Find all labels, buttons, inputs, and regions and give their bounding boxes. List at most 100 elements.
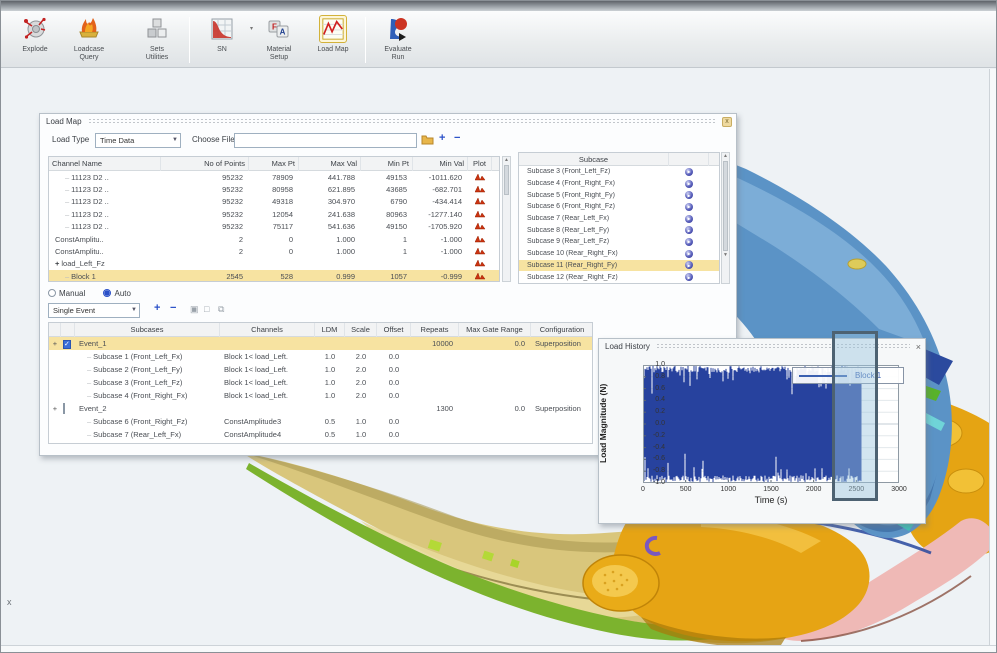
event-checkbox[interactable] bbox=[61, 404, 75, 413]
channel-row[interactable]: ConstAmplitu..201.0001-1.000 bbox=[49, 233, 499, 245]
add-file-button[interactable]: + bbox=[439, 132, 445, 144]
manual-radio[interactable]: Manual bbox=[48, 289, 85, 298]
subcase-action-orb-icon[interactable]: ▶ bbox=[685, 203, 693, 211]
plot-curve-icon[interactable] bbox=[468, 234, 492, 245]
open-file-folder-icon[interactable] bbox=[421, 132, 434, 150]
col-header[interactable]: Max Gate Range bbox=[459, 323, 531, 337]
subcase-row[interactable]: Subcase 11 (Rear_Right_Fy)▶ bbox=[519, 260, 719, 272]
channel-row[interactable]: –11123 D2 ..9523278909441.78849153-1011.… bbox=[49, 171, 499, 183]
x-tick-label: 500 bbox=[671, 486, 701, 493]
toolbar-item-loadcase-query[interactable]: Loadcase Query bbox=[63, 15, 115, 62]
plot-curve-icon[interactable] bbox=[468, 246, 492, 257]
subcase-row[interactable]: Subcase 4 (Front_Right_Fx) ▶ bbox=[519, 178, 719, 190]
close-icon[interactable]: × bbox=[916, 342, 921, 352]
subcase-row[interactable]: Subcase 12 (Rear_Right_Fz)▶ bbox=[519, 271, 719, 283]
plot-curve-icon[interactable] bbox=[468, 221, 492, 232]
subcase-action-orb-icon[interactable]: ▶ bbox=[685, 250, 693, 258]
toolbar-item-material-setup[interactable]: FA Material Setup bbox=[253, 15, 305, 62]
col-header[interactable]: Plot bbox=[468, 157, 492, 171]
subcase-action-orb-icon[interactable]: ▶ bbox=[685, 215, 693, 223]
duplicate-icon[interactable]: ⧉ bbox=[218, 303, 224, 315]
subcase-row[interactable]: Subcase 8 (Rear_Left_Fy)▶ bbox=[519, 224, 719, 236]
col-header[interactable]: Configuration bbox=[531, 323, 593, 337]
channel-row[interactable]: –11123 D2 ..9523212054241.63880963-1277.… bbox=[49, 208, 499, 220]
event-checkbox[interactable]: ✓ bbox=[61, 339, 75, 349]
close-icon[interactable]: x bbox=[722, 117, 732, 127]
subcase-label: Subcase 4 (Front_Right_Fx) bbox=[519, 180, 669, 187]
event-subcase-row[interactable]: –Subcase 1 (Front_Left_Fx)Block 1< load_… bbox=[49, 350, 592, 363]
col-header[interactable]: Subcase bbox=[519, 153, 669, 166]
event-subcase-row[interactable]: –Subcase 4 (Front_Right_Fx)Block 1< load… bbox=[49, 389, 592, 402]
col-header[interactable]: Max Pt bbox=[249, 157, 299, 171]
subcase-action-orb-icon[interactable]: ▶ bbox=[685, 261, 693, 269]
plot-curve-icon[interactable] bbox=[468, 184, 492, 195]
auto-radio[interactable]: Auto bbox=[103, 289, 130, 298]
col-header[interactable]: Subcases bbox=[75, 323, 220, 337]
subcase-row[interactable]: Subcase 9 (Rear_Left_Fz)▶ bbox=[519, 236, 719, 248]
subcase-action-orb-icon[interactable]: ▶ bbox=[685, 168, 693, 176]
plot-curve-icon[interactable] bbox=[468, 172, 492, 183]
load-type-select[interactable]: Time Data▼ bbox=[95, 133, 181, 148]
toolbar-item-explode[interactable]: Explode bbox=[9, 15, 61, 54]
toolbar-item-sn[interactable]: SN bbox=[196, 15, 248, 54]
subcase-row[interactable]: Subcase 6 (Front_Right_Fz)▶ bbox=[519, 201, 719, 213]
plot-curve-icon[interactable] bbox=[468, 258, 492, 269]
event-subcase-row[interactable]: –Subcase 7 (Rear_Left_Fx)ConstAmplitude4… bbox=[49, 428, 592, 441]
channel-row[interactable]: –Block 125455280.9991057-0.999 bbox=[49, 270, 499, 282]
channel-row[interactable]: –11123 D2 ..9523280958621.89543685-682.7… bbox=[49, 183, 499, 195]
no-of-points: 95232 bbox=[161, 197, 249, 206]
event-row[interactable]: +Event_213000.0Superposition bbox=[49, 402, 592, 415]
plot-curve-icon[interactable] bbox=[468, 209, 492, 220]
col-header[interactable]: Channel Name bbox=[49, 157, 161, 171]
min-val: -1705.920 bbox=[413, 222, 468, 231]
load-map-titlebar[interactable]: Load Map x bbox=[40, 114, 736, 129]
channel-row[interactable]: –11123 D2 ..9523275117541.63649150-1705.… bbox=[49, 221, 499, 233]
sets-utilities-icon bbox=[143, 15, 171, 43]
remove-event-button[interactable]: − bbox=[170, 302, 176, 314]
col-header[interactable]: No of Points bbox=[161, 157, 249, 171]
col-header[interactable]: LDM bbox=[315, 323, 345, 337]
toolbar-item-evaluate-run[interactable]: Evaluate Run bbox=[372, 15, 424, 62]
plot-curve-icon[interactable] bbox=[468, 196, 492, 207]
subcase-action-orb-icon[interactable]: ▶ bbox=[685, 273, 693, 281]
subcase-row[interactable]: Subcase 10 (Rear_Right_Fx)▶ bbox=[519, 248, 719, 260]
subcase-row[interactable]: Subcase 3 (Front_Left_Fz)▶ bbox=[519, 166, 719, 178]
plot-curve-icon[interactable] bbox=[468, 271, 492, 282]
add-event-button[interactable]: + bbox=[154, 302, 160, 314]
col-header[interactable]: Min Pt bbox=[361, 157, 413, 171]
channel-row[interactable]: –11123 D2 ..9523249318304.9706790-434.41… bbox=[49, 196, 499, 208]
subcase-row[interactable]: Subcase 5 (Front_Right_Fy)▶ bbox=[519, 189, 719, 201]
file-path-input[interactable] bbox=[234, 133, 417, 148]
col-header[interactable]: Channels bbox=[220, 323, 315, 337]
event-subcase-row[interactable]: –Subcase 6 (Front_Right_Fz)ConstAmplitud… bbox=[49, 415, 592, 428]
selection-rectangle[interactable] bbox=[832, 331, 878, 501]
channel-row[interactable]: +load_Left_Fz bbox=[49, 258, 499, 270]
col-header[interactable]: Repeats bbox=[411, 323, 459, 337]
subcase-action-orb-icon[interactable]: ▶ bbox=[685, 180, 693, 188]
toolbar-item-load-map[interactable]: Load Map bbox=[307, 15, 359, 54]
toolbar-item-label: Explode bbox=[22, 46, 47, 54]
event-subcase-row[interactable]: –Subcase 3 (Front_Left_Fz)Block 1< load_… bbox=[49, 376, 592, 389]
subcase-scrollbar[interactable]: ▲▼ bbox=[721, 152, 730, 284]
subcase-action-orb-icon[interactable]: ▶ bbox=[685, 238, 693, 246]
subcase-row[interactable]: Subcase 7 (Rear_Left_Fx)▶ bbox=[519, 213, 719, 225]
subcase-action-orb-icon[interactable]: ▶ bbox=[685, 191, 693, 199]
remove-file-button[interactable]: − bbox=[454, 132, 460, 144]
col-header[interactable]: Min Val bbox=[413, 157, 468, 171]
select-all-icon[interactable]: ▣ bbox=[190, 303, 199, 315]
event-mode-select[interactable]: Single Event▼ bbox=[48, 303, 140, 318]
toolbar-item-sets-utilities[interactable]: Sets Utilities bbox=[131, 15, 183, 62]
clear-selection-icon[interactable]: □ bbox=[204, 303, 209, 315]
event-row[interactable]: +✓Event_1100000.0Superposition bbox=[49, 337, 592, 350]
titlebar-grip[interactable] bbox=[88, 118, 717, 125]
expand-icon[interactable]: + bbox=[49, 339, 61, 348]
subcase-action-orb-icon[interactable]: ▶ bbox=[685, 226, 693, 234]
window-title: Load History bbox=[605, 342, 650, 351]
channel-table-scrollbar[interactable]: ▲ bbox=[502, 156, 511, 282]
col-header[interactable]: Offset bbox=[377, 323, 411, 337]
channel-row[interactable]: ConstAmplitu..201.0001-1.000 bbox=[49, 245, 499, 257]
event-subcase-row[interactable]: –Subcase 2 (Front_Left_Fy)Block 1< load_… bbox=[49, 363, 592, 376]
col-header[interactable]: Max Val bbox=[299, 157, 361, 171]
col-header[interactable]: Scale bbox=[345, 323, 377, 337]
expand-icon[interactable]: + bbox=[49, 404, 61, 413]
